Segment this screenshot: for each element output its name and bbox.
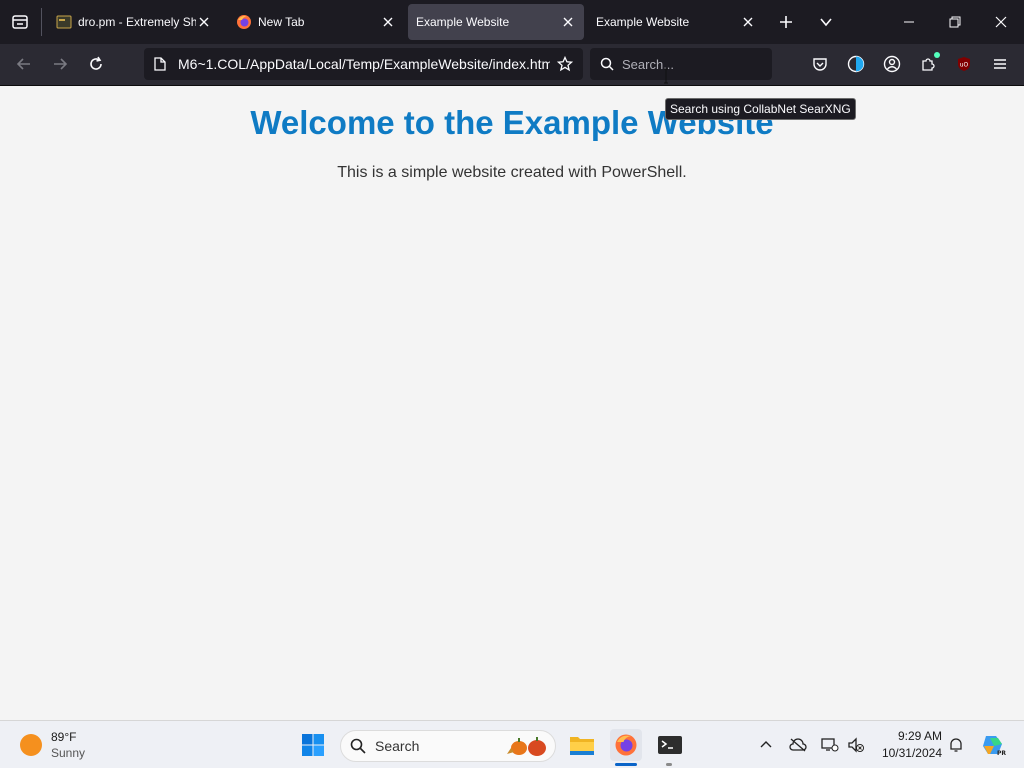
dro-pm-favicon-icon	[56, 15, 72, 29]
sun-icon	[20, 734, 42, 756]
chevron-down-icon	[820, 18, 832, 27]
start-button[interactable]	[297, 729, 329, 761]
ublock-button[interactable]: uO	[952, 52, 976, 76]
firefox-taskbar-button[interactable]	[610, 729, 642, 761]
firefox-view-button[interactable]	[8, 10, 32, 34]
tab-close-icon[interactable]	[740, 14, 756, 30]
tab-title: New Tab	[258, 15, 305, 29]
url-bar[interactable]: M6~1.COL/AppData/Local/Temp/ExampleWebsi…	[144, 48, 583, 80]
network-status[interactable]	[820, 735, 840, 755]
weather-description: Sunny	[51, 746, 86, 760]
search-icon	[600, 57, 614, 71]
reload-button[interactable]	[84, 52, 108, 76]
arrow-right-icon	[54, 58, 68, 70]
new-tab-button[interactable]	[774, 10, 798, 34]
minimize-button[interactable]	[886, 0, 932, 44]
copilot-button[interactable]: PRE	[980, 732, 1006, 758]
tab-title: dro.pm - Extremely Sho	[78, 15, 196, 29]
tab-strip: dro.pm - Extremely Sho New Tab Example W…	[0, 0, 1024, 44]
clock-time: 9:29 AM	[897, 729, 942, 743]
windows-logo-icon	[302, 734, 324, 756]
page-paragraph: This is a simple website created with Po…	[337, 164, 687, 181]
copilot-icon: PRE	[983, 736, 1006, 757]
running-app-indicator	[666, 763, 672, 766]
bell-icon	[950, 738, 962, 752]
reload-icon	[90, 56, 102, 70]
url-text: M6~1.COL/AppData/Local/Temp/ExampleWebsi…	[178, 56, 550, 72]
tab-dro-pm[interactable]: dro.pm - Extremely Sho	[48, 4, 220, 40]
clock-date: 10/31/2024	[881, 746, 942, 760]
star-icon[interactable]	[557, 56, 573, 72]
search-bar[interactable]: Search...	[590, 48, 772, 80]
forward-button[interactable]	[48, 52, 72, 76]
arrow-left-icon	[16, 58, 30, 70]
show-hidden-icons-button[interactable]	[756, 735, 776, 755]
account-button[interactable]	[880, 52, 904, 76]
dark-reader-button[interactable]	[844, 52, 868, 76]
search-tooltip: Search using CollabNet SearXNG	[665, 98, 856, 120]
tab-title: Example Website	[596, 15, 690, 29]
page-heading: Welcome to the Example Website	[250, 104, 774, 141]
search-icon	[350, 738, 366, 754]
minimize-icon	[904, 21, 914, 23]
cloud-offline-icon	[789, 738, 807, 752]
extensions-button[interactable]	[916, 52, 940, 76]
svg-text:PRE: PRE	[997, 750, 1006, 757]
file-explorer-button[interactable]	[566, 729, 598, 761]
tab-example-website-active[interactable]: Example Website	[408, 4, 584, 40]
terminal-icon	[658, 736, 682, 754]
restore-icon	[949, 16, 961, 28]
speaker-muted-icon	[848, 737, 864, 753]
ublock-icon: uO	[958, 57, 970, 71]
weather-temperature: 89°F	[51, 730, 77, 744]
terminal-button[interactable]	[654, 729, 686, 761]
halloween-pumpkin-icon	[507, 737, 546, 756]
firefox-icon	[615, 734, 637, 756]
taskbar: 89°F Sunny Search 9:29 AM 10/31/2024 PR	[0, 720, 1024, 768]
tab-title: Example Website	[416, 15, 510, 29]
folder-icon	[570, 737, 594, 755]
close-icon	[995, 16, 1007, 28]
volume-status[interactable]	[846, 735, 866, 755]
account-icon	[883, 55, 901, 73]
plus-icon	[780, 16, 792, 28]
restore-button[interactable]	[932, 0, 978, 44]
notification-dot	[934, 52, 940, 58]
taskbar-search[interactable]: Search	[340, 730, 556, 762]
onedrive-status[interactable]	[788, 735, 808, 755]
list-all-tabs-button[interactable]	[814, 10, 838, 34]
tab-divider	[41, 8, 42, 36]
contrast-icon	[847, 55, 865, 73]
tab-close-icon[interactable]	[560, 14, 576, 30]
text-cursor-icon	[664, 68, 668, 84]
tab-close-icon[interactable]	[380, 14, 396, 30]
taskbar-search-label: Search	[375, 738, 420, 754]
back-button[interactable]	[12, 52, 36, 76]
network-icon	[821, 738, 839, 752]
firefox-view-icon	[12, 15, 28, 29]
notifications-button[interactable]	[946, 735, 966, 755]
chevron-up-icon	[760, 741, 772, 748]
pocket-button[interactable]	[808, 52, 832, 76]
puzzle-icon	[922, 58, 935, 71]
svg-text:uO: uO	[960, 62, 969, 69]
tab-new-tab[interactable]: New Tab	[228, 4, 404, 40]
tab-close-icon[interactable]	[196, 14, 212, 30]
tab-example-website[interactable]: Example Website	[588, 4, 764, 40]
close-window-button[interactable]	[978, 0, 1024, 44]
hamburger-icon	[994, 59, 1006, 69]
navigation-toolbar: M6~1.COL/AppData/Local/Temp/ExampleWebsi…	[0, 44, 1024, 86]
menu-button[interactable]	[988, 52, 1012, 76]
page-icon	[154, 57, 166, 71]
pocket-icon	[813, 58, 827, 71]
firefox-favicon-icon	[237, 15, 251, 29]
active-app-indicator	[615, 763, 637, 766]
